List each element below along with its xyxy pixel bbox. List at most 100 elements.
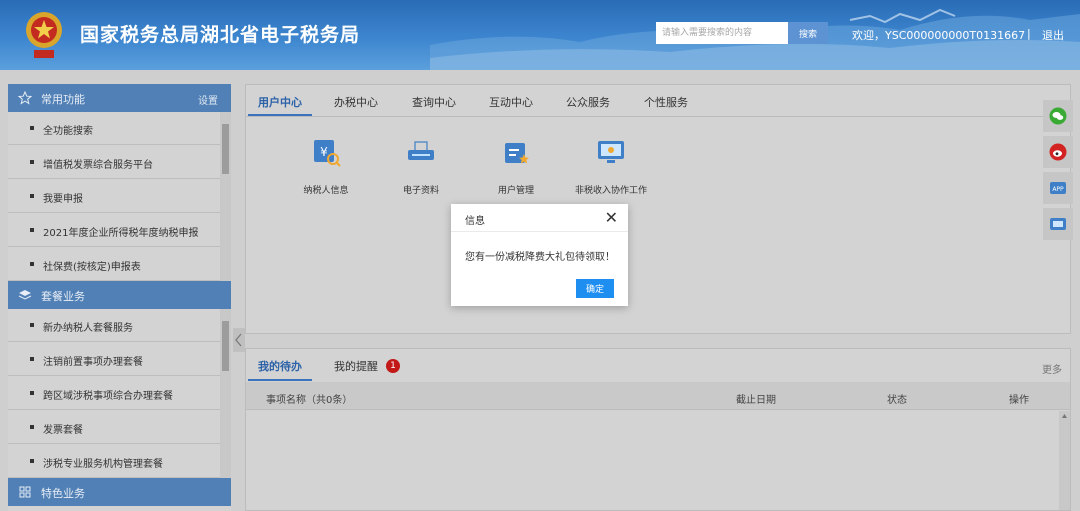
sidebar-section-featured[interactable]: 特色业务 — [8, 478, 231, 506]
column-item-name: 事项名称（共0条） — [266, 395, 353, 406]
logout-link[interactable]: 退出 — [1042, 27, 1064, 43]
user-center-panel: 用户中心 办税中心 查询中心 互动中心 公众服务 个性服务 ¥ 纳税人信息 电子… — [245, 84, 1071, 334]
layers-icon — [18, 290, 32, 300]
tab-personal-service[interactable]: 个性服务 — [644, 94, 688, 110]
weibo-icon — [1049, 143, 1067, 161]
sidebar-item-label: 2021年度企业所得税年度纳税申报 — [43, 228, 199, 239]
app-header: 国家税务总局湖北省电子税务局 搜索 欢迎，YSC000000000T013166… — [0, 0, 1080, 70]
sidebar-item-corp-income-tax[interactable]: 2021年度企业所得税年度纳税申报 — [8, 214, 220, 247]
app-button[interactable]: APP — [1043, 172, 1073, 204]
section-title: 特色业务 — [41, 487, 85, 500]
app-icon: APP — [1050, 182, 1066, 194]
tab-my-todo[interactable]: 我的待办 — [258, 358, 302, 374]
info-dialog: 信息 ✕ 您有一份减税降费大礼包待领取！ 确定 — [451, 204, 628, 306]
sidebar-scrollbar-common[interactable] — [220, 112, 231, 281]
sidebar-item-label: 发票套餐 — [43, 425, 83, 436]
dialog-message: 您有一份减税降费大礼包待领取！ — [465, 252, 615, 263]
bullet — [30, 160, 34, 164]
column-action: 操作 — [1009, 395, 1029, 406]
bullet — [30, 194, 34, 198]
sidebar-item-declare[interactable]: 我要申报 — [8, 180, 220, 213]
tile-label: 纳税人信息 — [303, 186, 349, 196]
top-tabs: 用户中心 办税中心 查询中心 互动中心 公众服务 个性服务 — [246, 85, 1070, 117]
tab-user-center[interactable]: 用户中心 — [258, 94, 302, 110]
taxpayer-info-icon: ¥ — [314, 140, 341, 167]
app-alt-icon — [1050, 218, 1066, 230]
tile-label: 电子资料 — [402, 186, 439, 196]
header-separator: | — [1027, 27, 1031, 40]
sidebar-item-label: 全功能搜索 — [43, 126, 93, 137]
svg-text:¥: ¥ — [320, 145, 328, 159]
grid-icon — [19, 486, 31, 498]
bullet — [30, 126, 34, 130]
tab-interaction-center[interactable]: 互动中心 — [489, 94, 533, 110]
tab-my-reminder[interactable]: 我的提醒 — [334, 358, 378, 374]
section-title: 常用功能 — [41, 93, 85, 106]
reminder-count-badge: 1 — [386, 359, 400, 373]
tile-label: 非税收入协作工作 — [574, 186, 647, 196]
scrollbar-thumb[interactable] — [222, 124, 229, 174]
sidebar-item-new-taxpayer[interactable]: 新办纳税人套餐服务 — [8, 309, 220, 342]
sidebar-item-label: 增值税发票综合服务平台 — [43, 160, 153, 171]
todo-panel: 我的待办 我的提醒 1 更多 事项名称（共0条） 截止日期 状态 操作 — [245, 348, 1071, 511]
star-icon — [18, 91, 32, 105]
tab-public-service[interactable]: 公众服务 — [566, 94, 610, 110]
scrollbar-thumb[interactable] — [222, 321, 229, 371]
site-title: 国家税务总局湖北省电子税务局 — [80, 24, 361, 46]
tax-emblem-icon — [26, 12, 62, 58]
tile-non-tax-revenue[interactable]: 非税收入协作工作 — [571, 130, 651, 196]
bullet — [30, 391, 34, 395]
sidebar-item-cross-region[interactable]: 跨区域涉税事项综合办理套餐 — [8, 377, 220, 410]
column-status: 状态 — [887, 395, 907, 406]
bullet — [30, 262, 34, 266]
active-tab-underline — [248, 379, 312, 381]
weibo-button[interactable] — [1043, 136, 1073, 168]
tile-taxpayer-info[interactable]: ¥ 纳税人信息 — [286, 130, 366, 196]
sidebar-item-vat-invoice[interactable]: 增值税发票综合服务平台 — [8, 146, 220, 179]
close-icon[interactable]: ✕ — [605, 208, 618, 227]
dialog-title: 信息 — [465, 216, 485, 227]
wechat-button[interactable] — [1043, 100, 1073, 132]
todo-scrollbar[interactable] — [1059, 411, 1070, 510]
sidebar-collapse-toggle[interactable] — [233, 328, 245, 352]
sidebar-item-all-search[interactable]: 全功能搜索 — [8, 112, 220, 145]
app-alt-button[interactable] — [1043, 208, 1073, 240]
sidebar-item-social-insurance[interactable]: 社保费(按核定)申报表 — [8, 248, 220, 281]
tile-user-management[interactable]: 用户管理 — [476, 130, 556, 196]
bullet — [30, 357, 34, 361]
section-title: 套餐业务 — [41, 290, 85, 303]
tile-e-document[interactable]: 电子资料 — [381, 130, 461, 196]
sidebar-item-label: 注销前置事项办理套餐 — [43, 357, 143, 368]
tab-query-center[interactable]: 查询中心 — [412, 94, 456, 110]
sidebar-item-label: 我要申报 — [43, 194, 83, 205]
tab-tax-center[interactable]: 办税中心 — [334, 94, 378, 110]
search-input[interactable] — [656, 22, 788, 44]
sidebar-section-package[interactable]: 套餐业务 — [8, 281, 231, 309]
scroll-up-arrow-icon[interactable] — [1059, 411, 1070, 421]
ok-button[interactable]: 确定 — [576, 279, 614, 298]
tile-label: 用户管理 — [497, 186, 534, 196]
column-deadline: 截止日期 — [736, 395, 776, 406]
svg-text:APP: APP — [1052, 186, 1064, 193]
bullet — [30, 323, 34, 327]
sidebar-item-invoice-package[interactable]: 发票套餐 — [8, 411, 220, 444]
search-button[interactable]: 搜索 — [788, 22, 828, 44]
sidebar-item-agency-management[interactable]: 涉税专业服务机构管理套餐 — [8, 445, 220, 478]
settings-link[interactable]: 设置 — [198, 92, 218, 107]
more-link[interactable]: 更多 — [1042, 361, 1062, 376]
chevron-left-icon — [235, 333, 242, 347]
todo-table-header: 事项名称（共0条） 截止日期 状态 操作 — [246, 382, 1070, 410]
bullet — [30, 459, 34, 463]
active-tab-underline — [248, 114, 312, 116]
bullet — [30, 425, 34, 429]
welcome-user-text: 欢迎，YSC000000000T0131667 — [852, 29, 1026, 42]
bullet — [30, 228, 34, 232]
sidebar-section-common[interactable]: 常用功能 设置 — [8, 84, 231, 112]
sidebar-item-label: 跨区域涉税事项综合办理套餐 — [43, 391, 173, 402]
sidebar-item-label: 新办纳税人套餐服务 — [43, 323, 133, 334]
sidebar-scrollbar-package[interactable] — [220, 309, 231, 478]
sidebar-item-deregistration[interactable]: 注销前置事项办理套餐 — [8, 343, 220, 376]
sidebar-item-label: 涉税专业服务机构管理套餐 — [43, 459, 163, 470]
dialog-header: 信息 ✕ — [451, 204, 628, 232]
user-management-icon — [505, 143, 529, 164]
